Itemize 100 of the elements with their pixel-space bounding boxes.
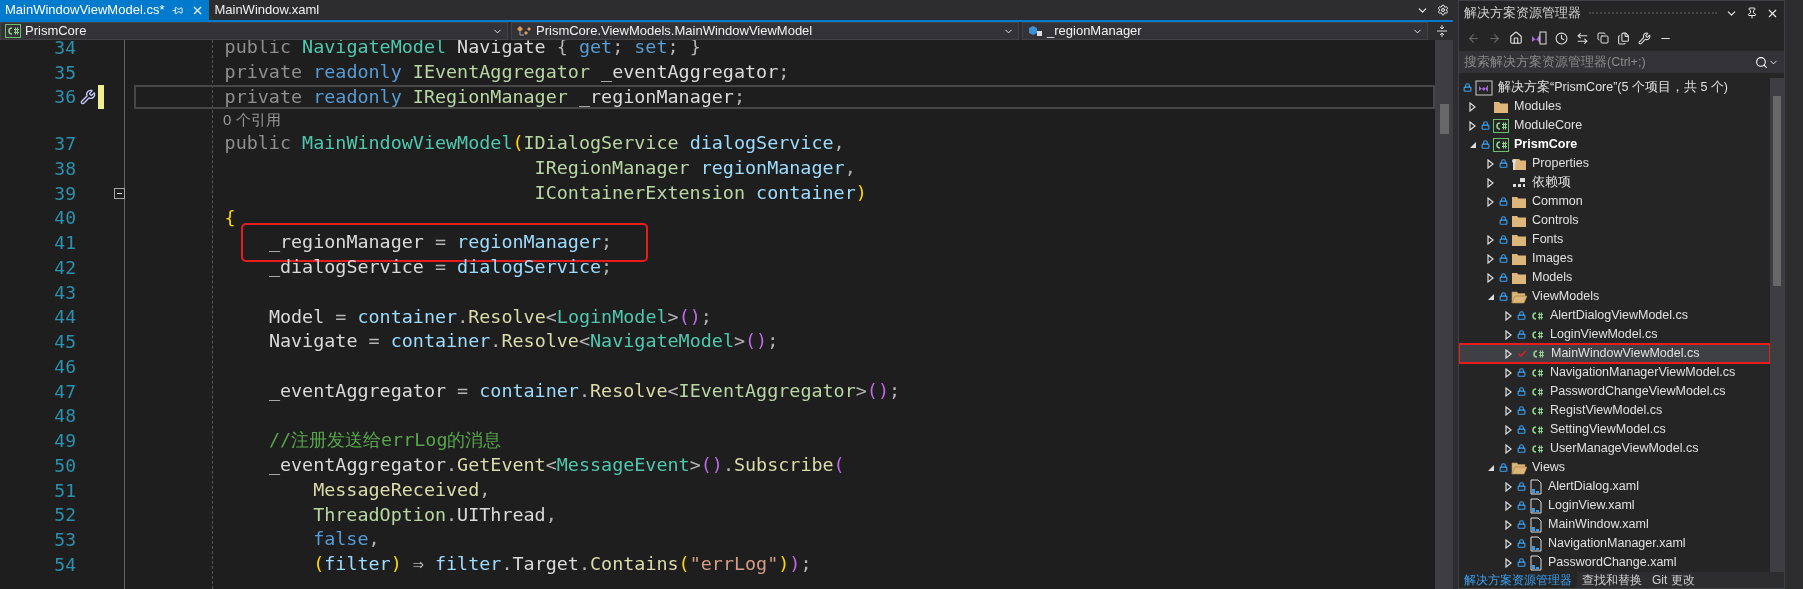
collapsed-arrow-icon[interactable] (1504, 500, 1514, 511)
forward-icon[interactable] (1488, 31, 1501, 45)
tree-item[interactable]: PrismCore (1459, 135, 1770, 154)
lock-icon (1499, 273, 1508, 282)
collapsed-arrow-icon[interactable] (1468, 101, 1478, 112)
pin-icon[interactable] (1746, 7, 1758, 19)
tree-item[interactable]: NavigationManager.xaml (1459, 534, 1770, 553)
collapsed-arrow-icon[interactable] (1504, 367, 1514, 378)
tree-item[interactable]: MainWindowViewModel.cs (1459, 344, 1770, 363)
collapsed-arrow-icon[interactable] (1504, 329, 1514, 340)
line-number: 51 (54, 478, 76, 503)
tree-item[interactable]: SettingViewModel.cs (1459, 420, 1770, 439)
collapsed-arrow-icon[interactable] (1486, 177, 1496, 188)
tree-item-label: ModuleCore (1514, 117, 1583, 135)
search-icon[interactable] (1755, 55, 1768, 69)
scrollbar[interactable] (1770, 78, 1784, 572)
panel-tab[interactable]: 查找和替换 (1577, 572, 1647, 588)
collapsed-arrow-icon[interactable] (1486, 272, 1496, 283)
collapsed-arrow-icon[interactable] (1504, 386, 1514, 397)
csharp-project-icon (5, 24, 21, 38)
back-icon[interactable] (1467, 31, 1480, 45)
show-all-files-icon[interactable] (1617, 31, 1630, 45)
settings-icon[interactable] (1437, 4, 1449, 16)
line-number: 40 (54, 206, 76, 231)
tree-item-label: MainWindow.xaml (1548, 516, 1649, 534)
search-field[interactable]: 搜索解决方案资源管理器(Ctrl+;) (1459, 51, 1784, 73)
collapsed-arrow-icon[interactable] (1504, 405, 1514, 416)
tree-item[interactable]: LoginViewModel.cs (1459, 325, 1770, 344)
tree-item-label: SettingViewModel.cs (1550, 421, 1666, 439)
lock-icon (1499, 197, 1508, 206)
tree-item-label: UserManageViewModel.cs (1550, 440, 1699, 458)
pending-changes-icon[interactable] (1555, 31, 1568, 45)
collapse-icon[interactable] (113, 187, 125, 199)
type-dropdown[interactable]: PrismCore.ViewModels.MainWindowViewModel (511, 22, 1019, 40)
collapse-all-icon[interactable] (1597, 32, 1609, 44)
tree-item[interactable]: Views (1459, 458, 1770, 477)
collapsed-arrow-icon[interactable] (1486, 253, 1496, 264)
editor-tab[interactable]: MainWindow.xaml (209, 0, 325, 20)
line-number: 37 (54, 132, 76, 157)
tree-item[interactable]: ModuleCore (1459, 116, 1770, 135)
folder-icon (1511, 251, 1527, 266)
tree-item[interactable]: 依赖项 (1459, 173, 1770, 192)
tree-item[interactable]: ViewModels (1459, 287, 1770, 306)
collapsed-arrow-icon[interactable] (1504, 310, 1514, 321)
properties-icon[interactable] (1638, 31, 1651, 45)
collapsed-arrow-icon[interactable] (1504, 557, 1514, 568)
project-dropdown[interactable]: PrismCore (0, 22, 508, 40)
tree-item[interactable]: Properties (1459, 154, 1770, 173)
tree-item[interactable]: AlertDialog.xaml (1459, 477, 1770, 496)
line-number: 54 (54, 552, 76, 577)
collapsed-arrow-icon[interactable] (1504, 348, 1514, 359)
code-line: public MainWindowViewModel(IDialogService dialogService, (224, 134, 845, 153)
split-icon[interactable] (1435, 24, 1449, 38)
tree-item[interactable]: PasswordChangeViewModel.cs (1459, 382, 1770, 401)
folder-icon (1511, 232, 1527, 247)
tree-item[interactable]: Modules (1459, 97, 1770, 116)
line-number: 52 (54, 503, 76, 528)
tree-item-label: Modules (1514, 98, 1562, 116)
collapsed-arrow-icon[interactable] (1504, 424, 1514, 435)
reference-count[interactable]: 0 个引用 (134, 109, 281, 132)
tree-item[interactable]: Common (1459, 192, 1770, 211)
collapsed-arrow-icon[interactable] (1504, 519, 1514, 530)
tree-item-label: NavigationManager.xaml (1548, 535, 1686, 553)
panel-tab[interactable]: 解决方案资源管理器 (1459, 572, 1577, 588)
collapsed-arrow-icon[interactable] (1486, 234, 1496, 245)
home-icon[interactable] (1509, 31, 1523, 45)
collapsed-arrow-icon[interactable] (1486, 196, 1496, 207)
collapsed-arrow-icon[interactable] (1504, 443, 1514, 454)
tree-item[interactable]: LoginView.xaml (1459, 496, 1770, 515)
panel-tab[interactable]: Git 更改 (1647, 572, 1700, 588)
line-number: 41 (54, 231, 76, 256)
scrollbar[interactable] (1435, 40, 1453, 589)
tree-item-label: AlertDialog.xaml (1548, 478, 1639, 496)
tree-item[interactable]: Fonts (1459, 230, 1770, 249)
line-number: 50 (54, 453, 76, 478)
tree-item[interactable]: Controls (1459, 211, 1770, 230)
tree-item[interactable]: PasswordChange.xaml (1459, 553, 1770, 572)
collapsed-arrow-icon[interactable] (1486, 158, 1496, 169)
quick-action-icon[interactable] (80, 88, 96, 105)
tree-item[interactable]: NavigationManagerViewModel.cs (1459, 363, 1770, 382)
collapsed-arrow-icon[interactable] (1468, 120, 1478, 131)
collapsed-arrow-icon[interactable] (1504, 481, 1514, 492)
xaml-file-icon (1529, 478, 1543, 495)
tree-item[interactable]: MainWindow.xaml (1459, 515, 1770, 534)
sync-icon[interactable] (1576, 31, 1589, 45)
lock-icon (1481, 140, 1490, 149)
tree-item-label: Fonts (1532, 231, 1564, 249)
tree-item[interactable]: 解决方案“PrismCore”(5 个项目，共 5 个) (1459, 78, 1770, 97)
tree-item[interactable]: RegistViewModel.cs (1459, 401, 1770, 420)
member-dropdown[interactable]: _regionManager (1022, 22, 1428, 40)
collapsed-arrow-icon[interactable] (1504, 538, 1514, 549)
tree-item[interactable]: Models (1459, 268, 1770, 287)
switch-views-icon[interactable] (1531, 31, 1547, 45)
tree-item[interactable]: AlertDialogViewModel.cs (1459, 306, 1770, 325)
tree-item[interactable]: Images (1459, 249, 1770, 268)
solution-icon (1475, 79, 1493, 96)
open-folder-icon (1511, 289, 1527, 304)
tree-item-label: Images (1532, 250, 1573, 268)
tree-item[interactable]: UserManageViewModel.cs (1459, 439, 1770, 458)
line-number: 39 (54, 181, 76, 206)
